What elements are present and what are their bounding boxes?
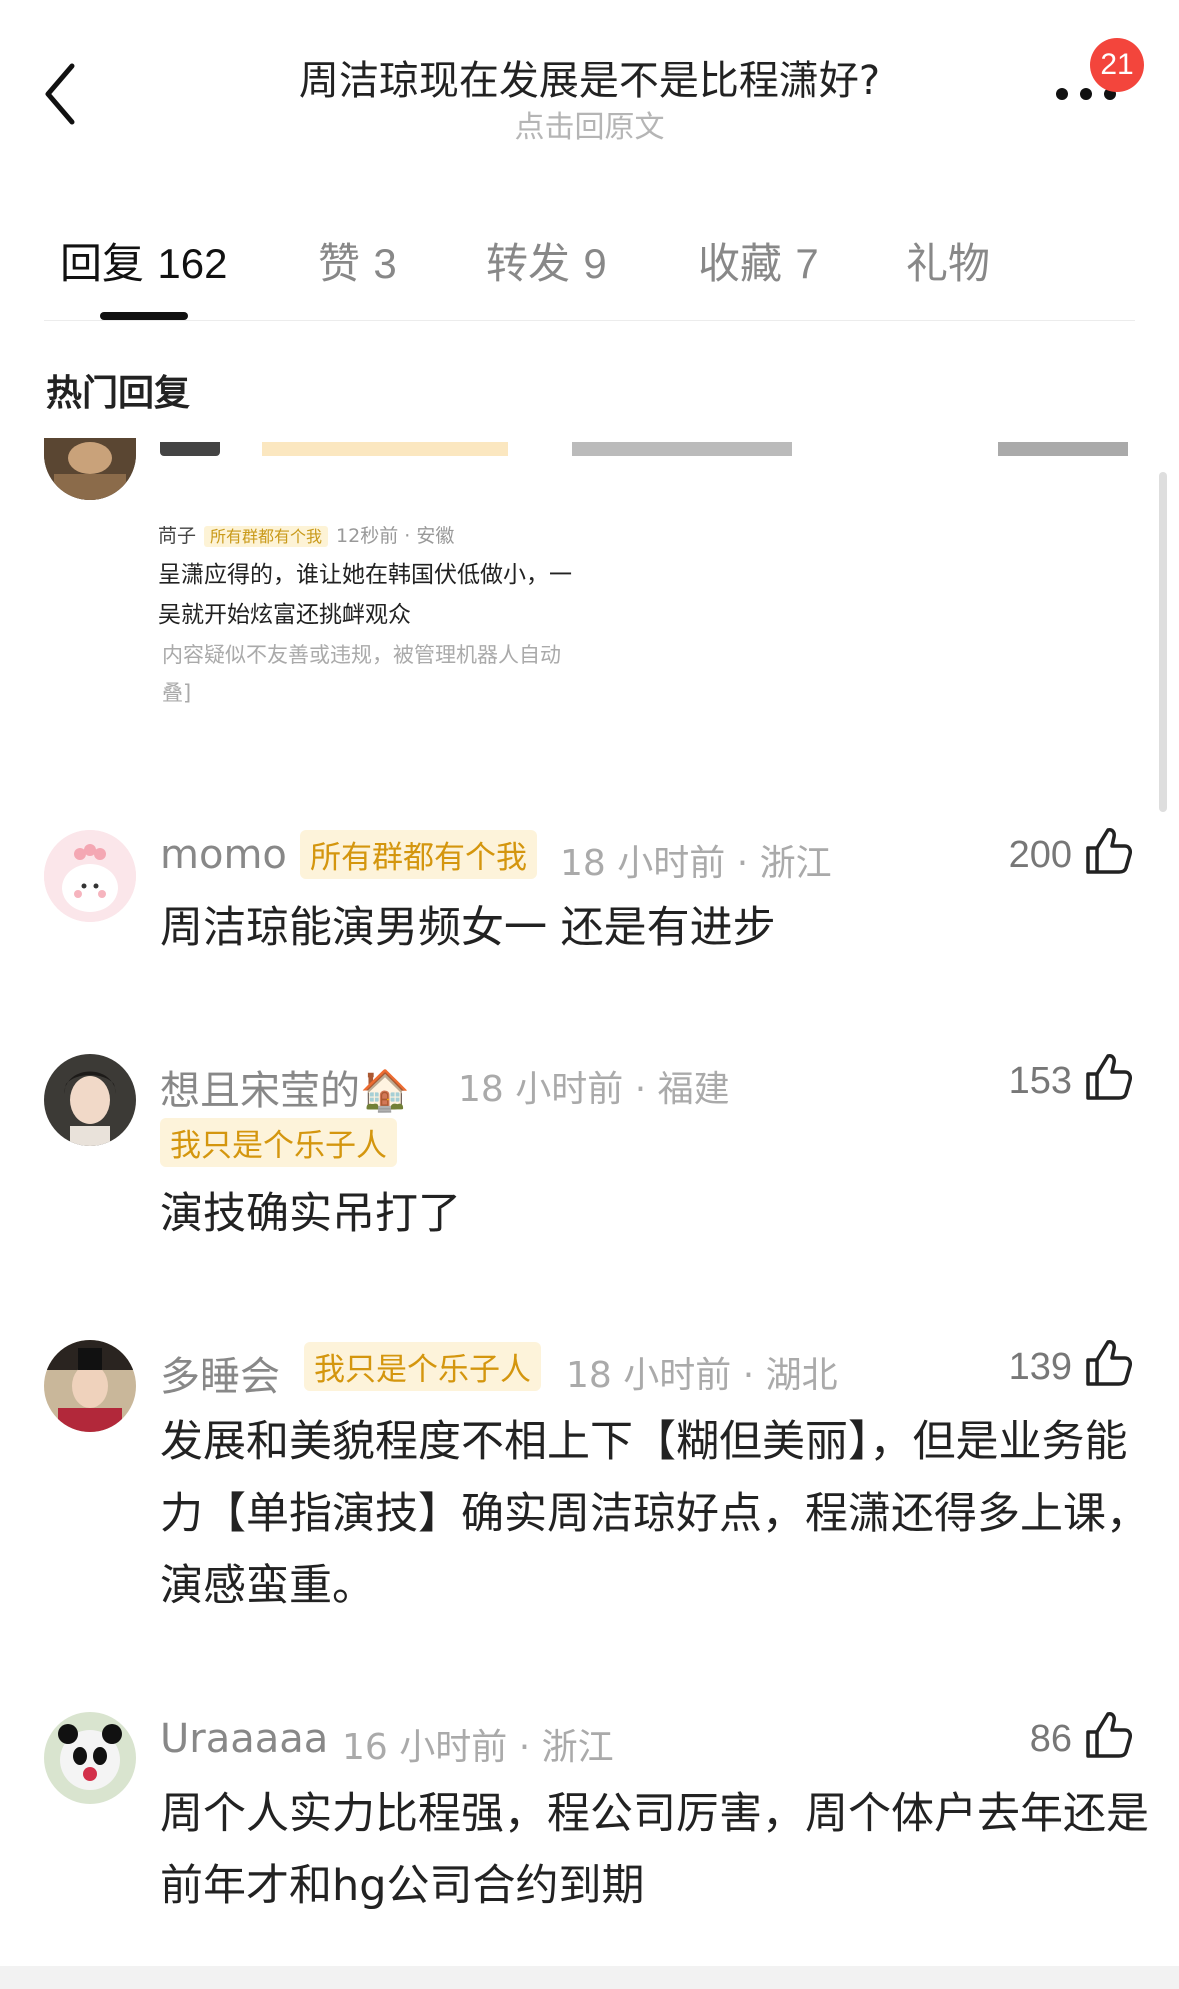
divider	[44, 320, 1135, 321]
avatar[interactable]	[44, 830, 136, 922]
avatar-image	[44, 438, 136, 500]
meta-cropped	[572, 442, 792, 456]
embed-notice: 内容疑似不友善或违规，被管理机器人自动	[162, 643, 561, 667]
avatar[interactable]	[44, 1054, 136, 1146]
scrollbar[interactable]	[1159, 472, 1167, 812]
username[interactable]: momo	[160, 832, 287, 878]
comment-text: 周洁琼能演男频女一 还是有进步	[160, 903, 776, 953]
tab-count: 162	[157, 240, 228, 287]
tab-replies[interactable]: 回复 162	[60, 230, 227, 291]
user-tag: 所有群都有个我	[300, 830, 537, 879]
tab-count: 3	[373, 240, 397, 287]
tab-reposts[interactable]: 转发 9	[486, 230, 607, 291]
avatar-image	[44, 830, 136, 922]
hot-replies-heading: 热门回复	[46, 373, 191, 414]
user-tag: 我只是个乐子人	[304, 1342, 541, 1391]
embed-user-tag: 所有群都有个我	[204, 526, 329, 547]
tab-label: 转发	[486, 239, 571, 288]
avatar-image	[44, 1712, 136, 1804]
like-button[interactable]	[1084, 826, 1132, 876]
comment-time-location: 18 小时前 · 福建	[458, 1069, 730, 1110]
user-tag: 我只是个乐子人	[160, 1118, 397, 1167]
post-title[interactable]: 周洁琼现在发展是不是比程潇好?	[0, 48, 1179, 106]
thumbs-up-icon	[1086, 1054, 1132, 1100]
like-count: 139	[1008, 1346, 1072, 1388]
username[interactable]: Uraaaaa	[160, 1716, 328, 1762]
tab-active-indicator	[100, 312, 188, 320]
tab-count: 7	[795, 240, 819, 287]
like-count: 200	[1008, 834, 1072, 876]
embed-notice: 叠]	[162, 681, 192, 705]
avatar-image	[44, 1340, 136, 1432]
tab-favorites[interactable]: 收藏 7	[698, 230, 819, 291]
comment-time-location: 18 小时前 · 浙江	[560, 843, 832, 884]
thumbs-up-icon	[1086, 828, 1132, 874]
like-count: 86	[1029, 1718, 1072, 1760]
avatar[interactable]	[44, 438, 136, 500]
thumbs-up-icon	[1086, 1712, 1132, 1758]
like-count: 153	[1008, 1060, 1072, 1102]
username[interactable]: 想且宋莹的🏠	[160, 1058, 410, 1116]
username-cropped	[160, 442, 220, 456]
tab-gifts[interactable]: 礼物	[906, 230, 990, 291]
like-button[interactable]	[1084, 1338, 1132, 1388]
avatar[interactable]	[44, 1340, 136, 1432]
tab-label: 回复	[60, 239, 145, 288]
tab-likes[interactable]: 赞 3	[318, 230, 397, 291]
comment-text: 周个人实力比程强，程公司厉害，周个体户去年还是前年才和hg公司合约到期	[160, 1789, 1149, 1911]
like-button[interactable]	[1084, 1710, 1132, 1760]
like-count-cropped	[998, 442, 1128, 456]
avatar[interactable]	[44, 1712, 136, 1804]
tab-label: 赞	[318, 239, 361, 288]
comment-time-location: 16 小时前 · 浙江	[342, 1727, 614, 1768]
username[interactable]: 多睡会	[160, 1344, 280, 1402]
comment-text: 演技确实吊打了	[160, 1189, 461, 1239]
embed-time-location: 12秒前 · 安徽	[336, 525, 455, 547]
user-tag-cropped	[262, 442, 508, 456]
tab-count: 9	[583, 240, 607, 287]
bottom-bar	[0, 1966, 1179, 1989]
tab-label: 礼物	[906, 239, 991, 288]
embed-username: 苘子	[158, 525, 197, 547]
like-button[interactable]	[1084, 1052, 1132, 1102]
comment-image[interactable]: 苘子 所有群都有个我 12秒前 · 安徽 呈潇应得的，谁让她在韩国伏低做小，一 吴就…	[158, 515, 598, 715]
embed-text-line: 呈潇应得的，谁让她在韩国伏低做小，一	[158, 562, 572, 588]
comment-text: 发展和美貌程度不相上下【糊但美丽】，但是业务能力【单指演技】确实周洁琼好点，程潇…	[160, 1417, 1149, 1611]
avatar-image	[44, 1054, 136, 1146]
thumbs-up-icon	[1086, 1340, 1132, 1386]
comment-time-location: 18 小时前 · 湖北	[566, 1355, 838, 1396]
notification-badge: 21	[1090, 38, 1144, 92]
tab-label: 收藏	[698, 239, 783, 288]
embed-text-line: 吴就开始炫富还挑衅观众	[158, 602, 411, 628]
embed-meta: 苘子 所有群都有个我 12秒前 · 安徽	[158, 521, 454, 548]
view-original-link[interactable]: 点击回原文	[0, 102, 1179, 146]
